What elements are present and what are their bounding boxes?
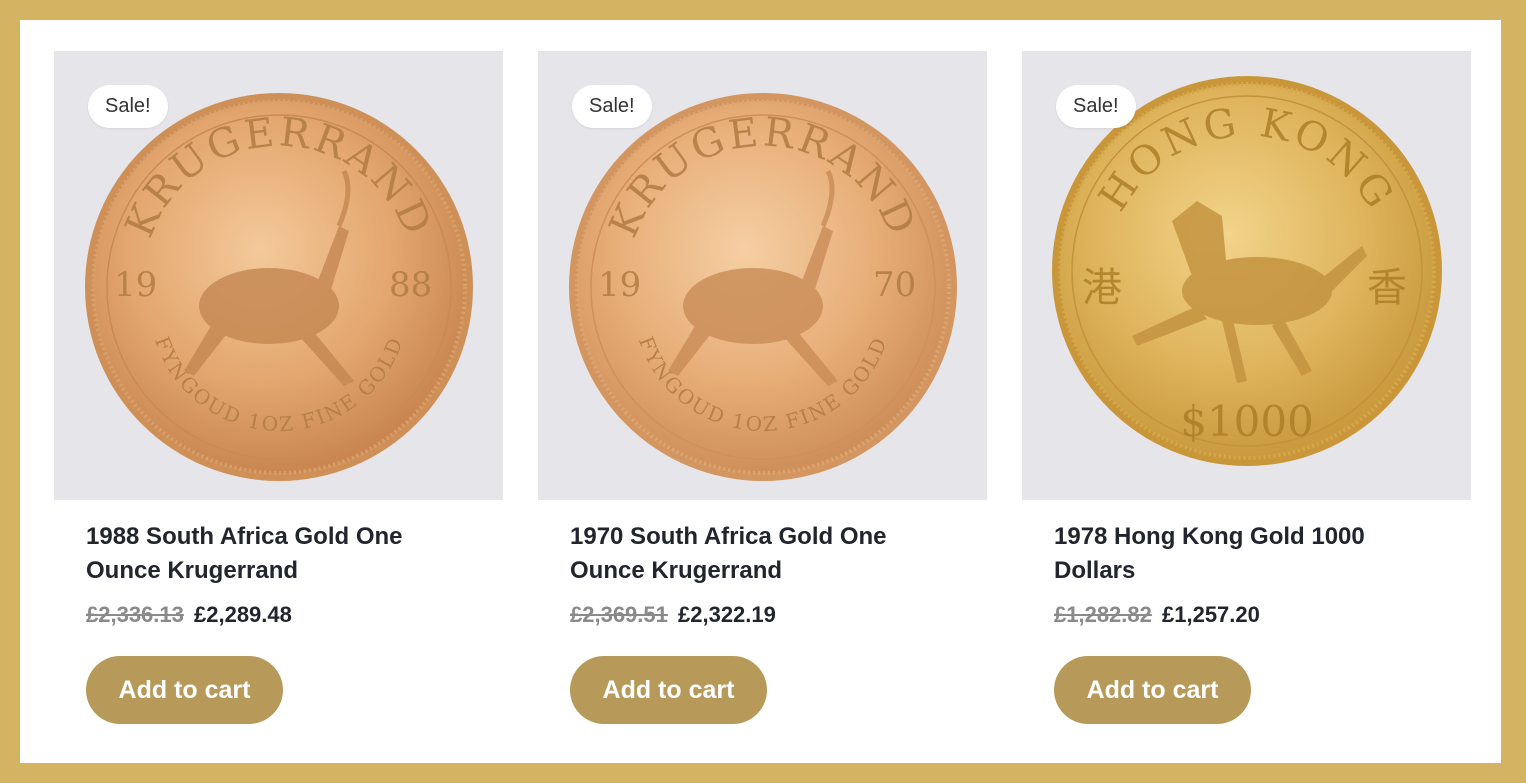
product-title[interactable]: 1978 Hong Kong Gold 1000 Dollars (1054, 520, 1444, 588)
coin-year-left: 19 (598, 265, 641, 305)
coin-year-right: 70 (873, 265, 916, 305)
product-card: KRUGERRAND FYNGOUD 1OZ FINE GOLD 19 88 S… (54, 51, 503, 751)
coin-right-character: 香 (1367, 265, 1407, 311)
sale-badge: Sale! (572, 85, 652, 128)
sale-price: £2,322.19 (678, 602, 776, 627)
product-panel: KRUGERRAND FYNGOUD 1OZ FINE GOLD 19 88 S… (20, 20, 1501, 763)
product-price: £2,369.51 £2,322.19 (570, 600, 776, 630)
product-price: £1,282.82 £1,257.20 (1054, 600, 1260, 630)
add-to-cart-button[interactable]: Add to cart (1054, 656, 1251, 724)
product-price: £2,336.13 £2,289.48 (86, 600, 292, 630)
coin-year-left: 19 (114, 265, 157, 305)
product-image-link[interactable]: HONG KONG 港 香 $1000 Sale! (1022, 51, 1471, 500)
product-grid: KRUGERRAND FYNGOUD 1OZ FINE GOLD 19 88 S… (54, 51, 1471, 751)
coin-year-right: 88 (389, 265, 432, 305)
add-to-cart-button[interactable]: Add to cart (570, 656, 767, 724)
sale-badge: Sale! (88, 85, 168, 128)
sale-price: £2,289.48 (194, 602, 292, 627)
regular-price: £1,282.82 (1054, 602, 1152, 627)
product-title[interactable]: 1988 South Africa Gold One Ounce Krugerr… (86, 520, 476, 588)
regular-price: £2,336.13 (86, 602, 184, 627)
product-image-link[interactable]: KRUGERRAND FYNGOUD 1OZ FINE GOLD 19 70 S… (538, 51, 987, 500)
product-title[interactable]: 1970 South Africa Gold One Ounce Krugerr… (570, 520, 960, 588)
sale-price: £1,257.20 (1162, 602, 1260, 627)
coin-denomination: $1000 (1180, 397, 1314, 446)
coin-left-character: 港 (1082, 265, 1122, 311)
product-card: KRUGERRAND FYNGOUD 1OZ FINE GOLD 19 70 S… (538, 51, 987, 751)
regular-price: £2,369.51 (570, 602, 668, 627)
product-image-link[interactable]: KRUGERRAND FYNGOUD 1OZ FINE GOLD 19 88 S… (54, 51, 503, 500)
product-card: HONG KONG 港 香 $1000 Sale! 1978 Hong Kong (1022, 51, 1471, 751)
sale-badge: Sale! (1056, 85, 1136, 128)
add-to-cart-button[interactable]: Add to cart (86, 656, 283, 724)
